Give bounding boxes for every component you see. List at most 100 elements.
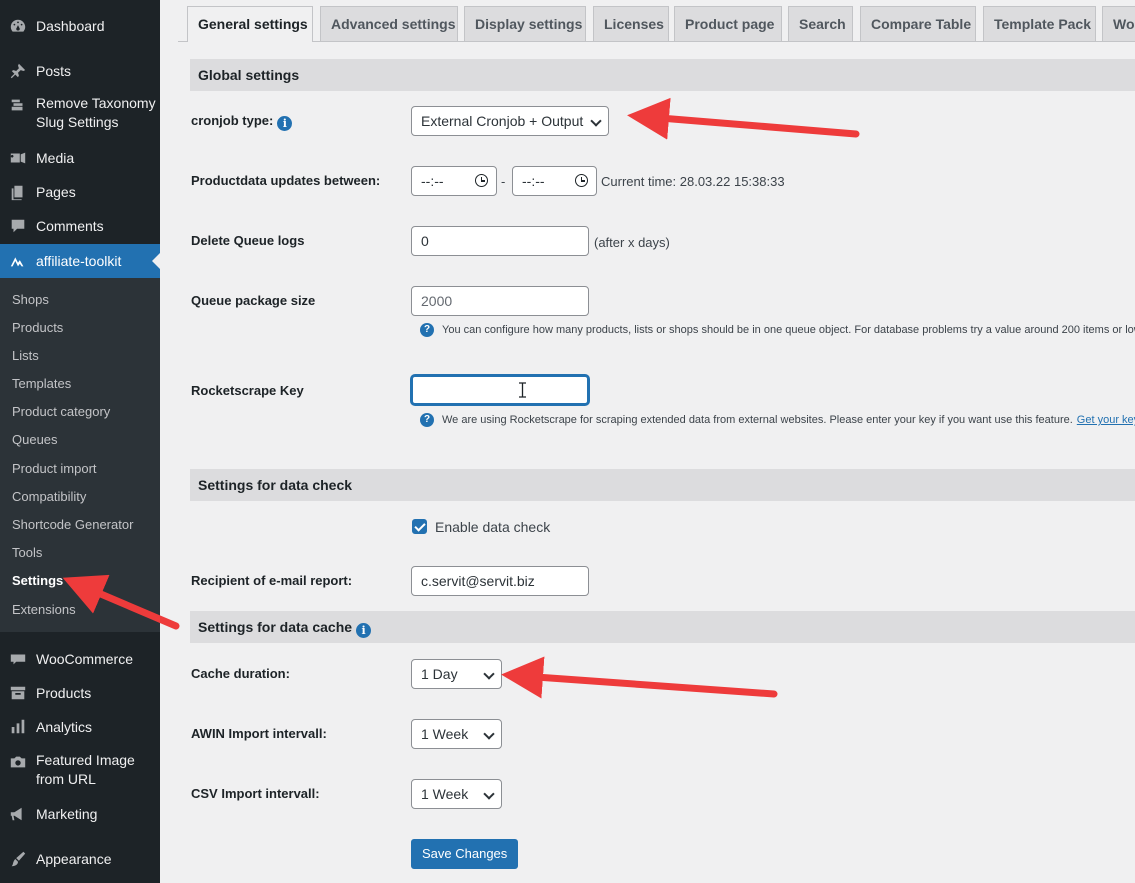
info-icon[interactable]: i — [277, 116, 293, 131]
submenu-product-category[interactable]: Product category — [12, 404, 110, 419]
queue-package-size-input[interactable]: 2000 — [411, 286, 589, 316]
tab-advanced-settings[interactable]: Advanced settings — [320, 6, 458, 41]
affiliate-toolkit-submenu: Shops Products Lists Templates Product c… — [0, 278, 160, 632]
tab-wo[interactable]: Wo — [1102, 6, 1135, 41]
awin-import-select[interactable]: 1 Week — [411, 719, 502, 749]
menu-featured-image-label: Featured Image from URL — [36, 751, 135, 789]
menu-featured-image-line1: Featured Image — [36, 752, 135, 768]
menu-affiliate-toolkit-label: affiliate-toolkit — [36, 252, 122, 269]
tab-licenses[interactable]: Licenses — [593, 6, 669, 41]
woocommerce-icon — [0, 650, 36, 668]
rocketscrape-key-input[interactable] — [411, 375, 589, 405]
submenu-settings[interactable]: Settings — [12, 573, 63, 588]
menu-marketing[interactable]: Marketing — [0, 796, 160, 832]
submenu-compatibility[interactable]: Compatibility — [12, 489, 86, 504]
chevron-down-icon — [483, 668, 495, 680]
update-time-from-input[interactable]: --:-- — [411, 166, 497, 196]
dashboard-icon — [0, 17, 36, 35]
menu-remove-taxonomy-line2: Slug Settings — [36, 114, 119, 130]
menu-appearance[interactable]: Appearance — [0, 841, 160, 877]
menu-analytics[interactable]: Analytics — [0, 709, 160, 745]
pages-icon — [0, 183, 36, 201]
settings-content: General settings Advanced settings Displ… — [160, 0, 1135, 883]
submenu-lists[interactable]: Lists — [12, 348, 39, 363]
chevron-down-icon — [483, 788, 495, 800]
menu-appearance-label: Appearance — [36, 850, 112, 867]
menu-marketing-label: Marketing — [36, 805, 98, 822]
get-your-key-link[interactable]: Get your key — [1077, 414, 1135, 426]
submenu-tools[interactable]: Tools — [12, 545, 42, 560]
text-cursor-icon — [519, 382, 526, 398]
menu-dashboard[interactable]: Dashboard — [0, 8, 160, 44]
queue-package-size-label: Queue package size — [191, 293, 316, 308]
tab-template-pack[interactable]: Template Pack — [983, 6, 1096, 41]
paintbrush-icon — [0, 850, 36, 868]
csv-import-label: CSV Import intervall: — [191, 786, 320, 801]
menu-comments[interactable]: Comments — [0, 208, 160, 244]
rocketscrape-help: ? We are using Rocketscrape for scraping… — [420, 413, 1135, 427]
recipient-email-label: Recipient of e-mail report: — [191, 573, 353, 588]
section-data-cache: Settings for data cache i — [190, 611, 1135, 643]
recipient-email-input[interactable]: c.servit@servit.biz — [411, 566, 589, 596]
tab-compare-table[interactable]: Compare Table — [860, 6, 976, 41]
current-time-text: Current time: 28.03.22 15:38:33 — [601, 174, 785, 189]
clock-icon[interactable] — [475, 174, 488, 187]
submenu-product-import[interactable]: Product import — [12, 461, 97, 476]
menu-remove-taxonomy[interactable]: Remove Taxonomy Slug Settings — [0, 94, 160, 136]
menu-woocommerce-label: WooCommerce — [36, 650, 133, 667]
submenu-shops[interactable]: Shops — [12, 292, 49, 307]
menu-products[interactable]: Products — [0, 675, 160, 711]
section-data-cache-title: Settings for data cache — [198, 619, 353, 635]
rocketscrape-help-text: We are using Rocketscrape for scraping e… — [442, 414, 1073, 426]
menu-comments-label: Comments — [36, 217, 104, 234]
tab-display-settings[interactable]: Display settings — [464, 6, 586, 41]
camera-icon — [0, 751, 36, 771]
enable-data-check-checkbox[interactable] — [412, 519, 427, 534]
submenu-shortcode-generator[interactable]: Shortcode Generator — [12, 517, 133, 532]
cronjob-type-label: cronjob type: i — [191, 113, 293, 131]
menu-media[interactable]: Media — [0, 140, 160, 176]
tab-general-settings[interactable]: General settings — [187, 6, 313, 42]
delete-queue-logs-label: Delete Queue logs — [191, 233, 305, 248]
submenu-products[interactable]: Products — [12, 320, 63, 335]
megaphone-icon — [0, 805, 36, 823]
tab-product-page[interactable]: Product page — [674, 6, 782, 41]
save-changes-button[interactable]: Save Changes — [411, 839, 519, 869]
menu-featured-image[interactable]: Featured Image from URL — [0, 751, 160, 793]
tab-search[interactable]: Search — [788, 6, 853, 41]
affiliate-toolkit-icon — [0, 252, 36, 270]
menu-woocommerce[interactable]: WooCommerce — [0, 641, 160, 677]
delete-queue-logs-suffix: (after x days) — [594, 235, 670, 250]
cache-duration-select[interactable]: 1 Day — [411, 659, 502, 689]
gear-icon — [0, 94, 36, 114]
clock-icon[interactable] — [575, 174, 588, 187]
enable-data-check-label: Enable data check — [435, 519, 551, 535]
menu-analytics-label: Analytics — [36, 718, 93, 735]
productdata-updates-label: Productdata updates between: — [191, 173, 381, 188]
submenu-extensions[interactable]: Extensions — [12, 602, 76, 617]
info-icon[interactable]: i — [356, 623, 372, 638]
comment-icon — [0, 217, 36, 235]
archive-icon — [0, 684, 36, 702]
menu-pages[interactable]: Pages — [0, 174, 160, 210]
cache-duration-label: Cache duration: — [191, 666, 290, 681]
update-time-to-input[interactable]: --:-- — [512, 166, 597, 196]
media-icon — [0, 149, 36, 167]
menu-posts[interactable]: Posts — [0, 53, 160, 89]
menu-products-label: Products — [36, 684, 92, 701]
menu-dashboard-label: Dashboard — [36, 17, 105, 34]
update-time-to-value: --:-- — [522, 173, 545, 189]
delete-queue-logs-input[interactable]: 0 — [411, 226, 589, 256]
menu-affiliate-toolkit[interactable]: affiliate-toolkit — [0, 244, 160, 278]
help-icon: ? — [420, 413, 434, 427]
queue-package-size-help-text: You can configure how many products, lis… — [442, 324, 1135, 336]
admin-sidebar: Dashboard Posts Remove Taxonomy Slug Set… — [0, 0, 160, 883]
csv-import-select[interactable]: 1 Week — [411, 779, 502, 809]
awin-import-label: AWIN Import intervall: — [191, 726, 327, 741]
awin-import-value: 1 Week — [421, 726, 469, 742]
cronjob-type-value: External Cronjob + Output — [421, 113, 584, 129]
cronjob-type-select[interactable]: External Cronjob + Output — [411, 106, 609, 136]
chevron-down-icon — [590, 115, 602, 127]
submenu-queues[interactable]: Queues — [12, 432, 58, 447]
submenu-templates[interactable]: Templates — [12, 376, 71, 391]
